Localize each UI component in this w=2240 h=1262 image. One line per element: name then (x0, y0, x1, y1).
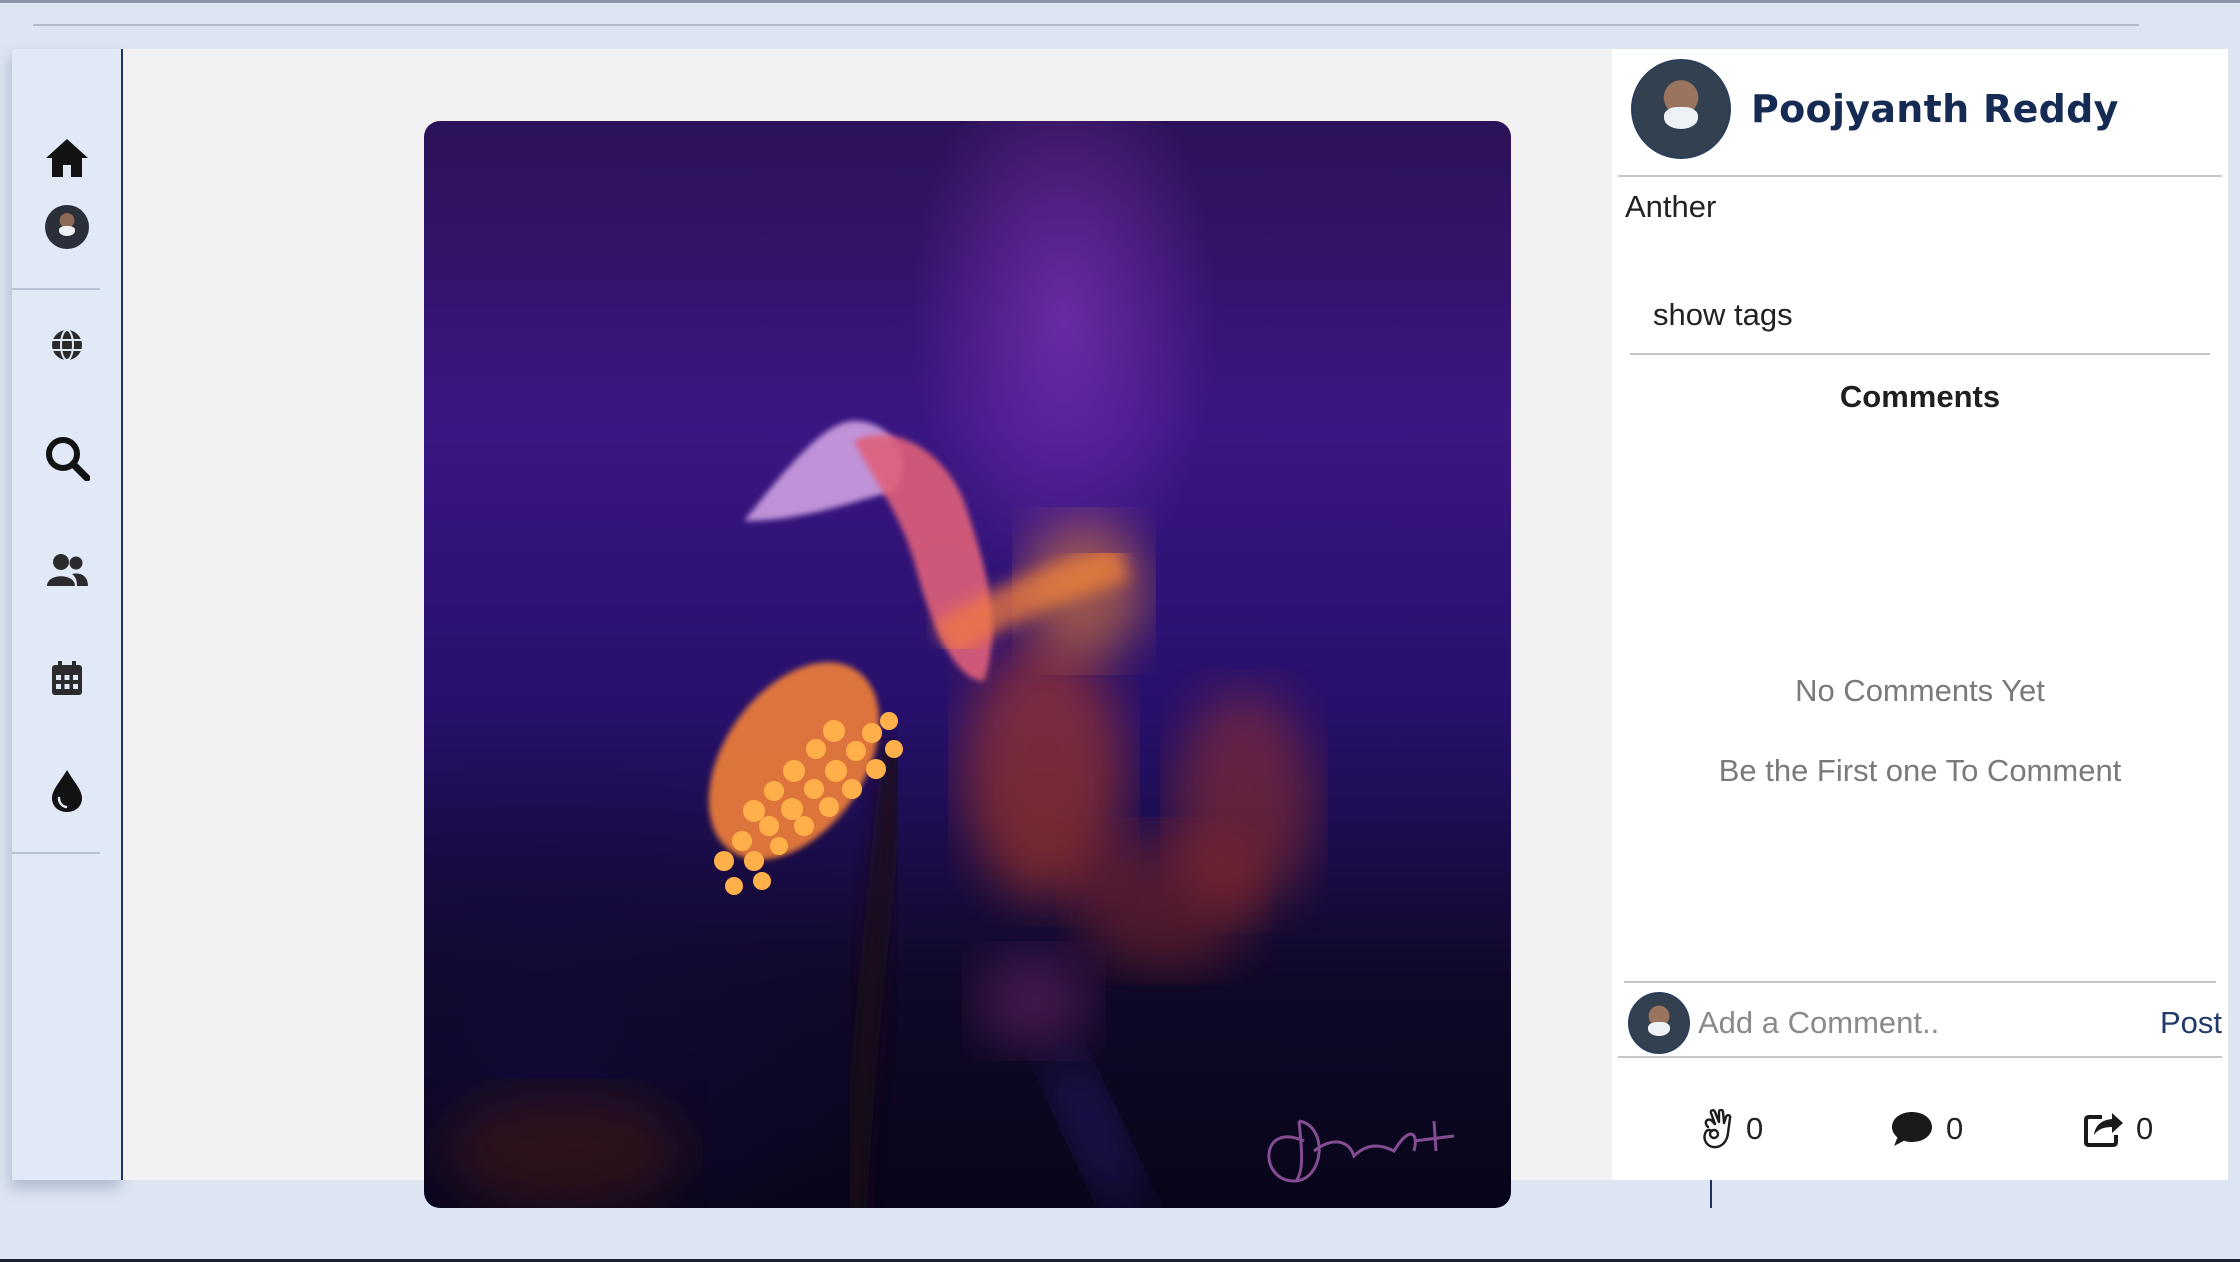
author-header: Poojyanth Reddy (1631, 57, 2119, 161)
sidebar-divider (12, 852, 100, 854)
like-button[interactable]: 0 (1700, 1099, 1763, 1159)
drop-icon (52, 770, 82, 812)
comments-heading: Comments (1839, 379, 2001, 414)
sidebar-item-profile[interactable] (12, 187, 122, 267)
home-icon (46, 139, 88, 177)
sidebar-item-theme[interactable] (12, 751, 122, 831)
ok-hand-icon (1703, 1109, 1732, 1149)
window-top-edge (0, 0, 2240, 3)
comment-button[interactable]: 0 (1890, 1099, 1963, 1159)
sidebar-item-calendar[interactable] (12, 638, 122, 718)
share-button[interactable]: 0 (2084, 1099, 2153, 1159)
search-icon (46, 437, 90, 481)
tags-divider (1630, 353, 2210, 355)
share-count: 0 (2136, 1111, 2154, 1146)
comment-composer: Post (1628, 990, 2222, 1056)
sidebar-item-home[interactable] (12, 118, 122, 198)
sidebar-item-explore[interactable] (12, 305, 122, 385)
current-user-avatar (1628, 992, 1690, 1054)
comment-bubble-icon (1892, 1112, 1932, 1146)
profile-avatar (45, 205, 89, 249)
comment-input-top-divider (1624, 981, 2216, 983)
comment-count: 0 (1946, 1111, 1964, 1146)
comment-input-bottom-divider (1618, 1056, 2222, 1058)
like-count: 0 (1746, 1111, 1764, 1146)
users-icon (47, 554, 88, 586)
post-comment-button[interactable]: Post (2160, 1005, 2222, 1041)
comment-input[interactable] (1698, 998, 2128, 1048)
author-name[interactable]: Poojyanth Reddy (1751, 87, 2119, 131)
post-image[interactable] (424, 121, 1511, 1208)
post-caption: Anther (1625, 189, 1717, 224)
author-avatar[interactable] (1631, 59, 1731, 159)
sidebar-item-people[interactable] (12, 530, 122, 610)
empty-comments-title: No Comments Yet (1795, 673, 2045, 708)
flower-anther-photo (444, 421, 1455, 1208)
show-tags-toggle[interactable]: show tags (1653, 297, 1793, 333)
post-details-panel: Poojyanth Reddy Anther show tags Comment… (1612, 49, 2228, 1180)
globe-icon (52, 329, 82, 361)
post-viewer (123, 49, 1712, 1208)
header-divider (33, 24, 2139, 26)
empty-comments-subtitle: Be the First one To Comment (1718, 753, 2122, 788)
post-actions: 0 0 0 (1612, 1099, 2228, 1159)
sidebar-item-search[interactable] (12, 418, 122, 498)
share-icon (2084, 1113, 2123, 1147)
calendar-icon (52, 661, 82, 695)
sidebar-divider (12, 288, 100, 290)
sidebar (12, 49, 122, 1180)
header-divider (1618, 175, 2222, 177)
